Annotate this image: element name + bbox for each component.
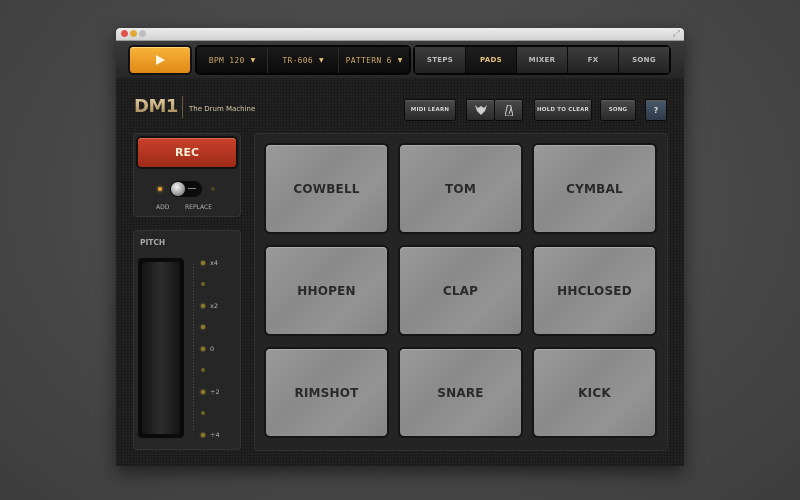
close-window-button[interactable] [121, 30, 128, 37]
pad-label: COWBELL [293, 181, 360, 196]
pitch-led [201, 368, 205, 372]
pitch-mark: x2 [201, 301, 218, 311]
audiobus-icon [474, 105, 487, 115]
pitch-mark-label: ÷4 [210, 431, 220, 439]
pad-cymbal[interactable]: CYMBAL [534, 145, 655, 232]
record-mode-toggle[interactable] [170, 181, 202, 197]
app-window: ⤢ BPM 120 ▼ TR-606 ▼ PATTERN 6 ▼ STEPS P… [116, 28, 684, 466]
hold-to-clear-button[interactable]: HOLD TO CLEAR [535, 100, 591, 120]
pitch-led [201, 261, 205, 265]
pitch-panel: PITCH x4 x2 0 ÷2 ÷4 [133, 230, 241, 450]
scale-rail [193, 264, 194, 432]
tab-steps[interactable]: STEPS [415, 47, 466, 73]
pad-snare[interactable]: SNARE [400, 349, 521, 436]
pad-grid: COWBELL TOM CYMBAL HHOPEN CLAP HHCLOSED … [254, 133, 668, 451]
rec-button[interactable]: REC [138, 138, 236, 167]
toggle-knob[interactable] [171, 182, 185, 196]
pitch-led [201, 433, 205, 437]
pad-label: TOM [445, 181, 476, 196]
pad-label: SNARE [437, 385, 484, 400]
app-subtitle: The Drum Machine [189, 105, 256, 113]
midi-learn-button[interactable]: MIDI LEARN [405, 100, 455, 120]
play-button[interactable] [130, 47, 190, 73]
bpm-selector[interactable]: BPM 120 ▼ [197, 47, 268, 73]
pitch-scale: x4 x2 0 ÷2 ÷4 [191, 258, 239, 440]
tab-song[interactable]: SONG [619, 47, 669, 73]
pad-kick[interactable]: KICK [534, 349, 655, 436]
record-panel: REC ADD REPLACE [133, 133, 241, 217]
tab-fx[interactable]: FX [568, 47, 619, 73]
dropdown-caret-icon: ▼ [250, 56, 256, 64]
pitch-mark: ÷4 [201, 430, 220, 440]
pitch-led [201, 282, 205, 286]
metronome-icon [504, 104, 513, 116]
app-logo: DM1 [134, 96, 178, 117]
pitch-mark-label: x2 [210, 302, 218, 310]
replace-mode-led [211, 187, 215, 191]
pad-hhclosed[interactable]: HHCLOSED [534, 247, 655, 334]
pitch-mark [201, 365, 210, 375]
pitch-mark: ÷2 [201, 387, 220, 397]
pad-hhopen[interactable]: HHOPEN [266, 247, 387, 334]
view-tabs: STEPS PADS MIXER FX SONG [415, 47, 669, 73]
pad-label: RIMSHOT [294, 385, 359, 400]
zoom-window-button[interactable] [139, 30, 146, 37]
dropdown-caret-icon: ▼ [319, 56, 324, 64]
pitch-led [201, 304, 205, 308]
pitch-led [201, 325, 205, 329]
minimize-window-button[interactable] [130, 30, 137, 37]
pitch-mark: 0 [201, 344, 214, 354]
audiobus-button[interactable] [467, 100, 494, 120]
replace-mode-label: REPLACE [185, 204, 213, 211]
pitch-mark [201, 322, 210, 332]
add-mode-led [158, 187, 162, 191]
pitch-mark-label: ÷2 [210, 388, 220, 396]
app-header: DM1 The Drum Machine MIDI LEARN HOLD TO … [116, 80, 684, 130]
pad-tom[interactable]: TOM [400, 145, 521, 232]
song-button[interactable]: SONG [601, 100, 635, 120]
bpm-value: BPM 120 [208, 55, 245, 65]
pitch-led [201, 411, 205, 415]
pitch-wheel-surface[interactable] [142, 262, 180, 434]
pad-label: CLAP [442, 283, 479, 298]
pattern-selector[interactable]: PATTERN 6 ▼ [339, 47, 409, 73]
pitch-wheel[interactable] [138, 258, 184, 438]
transport-bar: BPM 120 ▼ TR-606 ▼ PATTERN 6 ▼ STEPS PAD… [116, 41, 684, 81]
title-bar: ⤢ [116, 28, 684, 41]
pitch-mark-label: 0 [210, 345, 215, 353]
pitch-mark [201, 408, 210, 418]
pad-label: HHCLOSED [557, 283, 632, 298]
pitch-led [201, 347, 205, 351]
pitch-mark [201, 279, 210, 289]
metronome-button[interactable] [495, 100, 522, 120]
kit-value: TR-606 [282, 55, 314, 65]
dropdown-caret-icon: ▼ [397, 56, 403, 64]
kit-selector[interactable]: TR-606 ▼ [268, 47, 339, 73]
pitch-label: PITCH [140, 238, 166, 247]
play-icon [156, 55, 165, 65]
pad-clap[interactable]: CLAP [400, 247, 521, 334]
tab-mixer[interactable]: MIXER [517, 47, 568, 73]
pitch-led [201, 390, 205, 394]
toggle-track-line [188, 188, 196, 189]
logo-divider [182, 96, 183, 118]
pitch-mark: x4 [201, 258, 218, 268]
fullscreen-arrows-icon[interactable]: ⤢ [673, 29, 680, 39]
transport-display: BPM 120 ▼ TR-606 ▼ PATTERN 6 ▼ [197, 47, 409, 73]
pad-label: HHOPEN [297, 283, 356, 298]
add-mode-label: ADD [156, 204, 170, 211]
tab-pads[interactable]: PADS [466, 47, 517, 73]
pattern-value: PATTERN 6 [345, 55, 392, 65]
pitch-mark-label: x4 [210, 259, 218, 267]
pad-rimshot[interactable]: RIMSHOT [266, 349, 387, 436]
pad-cowbell[interactable]: COWBELL [266, 145, 387, 232]
pad-label: KICK [578, 385, 611, 400]
pad-label: CYMBAL [566, 181, 623, 196]
help-button[interactable]: ? [646, 100, 666, 120]
